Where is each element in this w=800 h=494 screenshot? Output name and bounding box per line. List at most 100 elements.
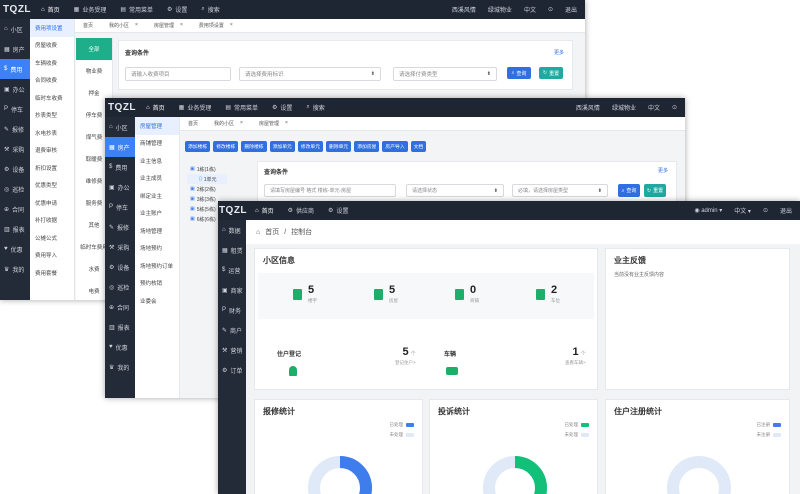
sidebar-item[interactable]: P 停车 (105, 197, 135, 217)
nav-menu[interactable]: ▤ 常用菜单 (113, 0, 160, 19)
search-button[interactable]: ⌕ 查询 (618, 184, 640, 197)
fee-item-input[interactable]: 请输入收费项目 (125, 67, 231, 81)
more-link[interactable]: 更多 (554, 49, 564, 56)
nav-home[interactable]: ⌂ 首页 (139, 98, 172, 117)
sidebar-item[interactable]: ▦ 房产 (105, 137, 135, 157)
submenu-item[interactable]: 车辆收费 (30, 54, 74, 72)
resident-reg-link[interactable]: 登记住户> (395, 360, 416, 366)
submenu-item[interactable]: 临时车收费 (30, 89, 74, 107)
sidebar-item[interactable]: ◎ 巡检 (0, 179, 30, 199)
action-button[interactable]: 房产导入 (382, 141, 408, 152)
tab-item[interactable]: 房屋管理 × (146, 22, 191, 29)
submenu-item[interactable]: 商铺管理 (135, 135, 179, 153)
submenu-item[interactable]: 水电抄表 (30, 124, 74, 142)
submenu-item[interactable]: 房屋收费 (30, 37, 74, 55)
submenu-item[interactable]: 业委会 (135, 292, 179, 310)
tab-item[interactable]: 首页 (75, 22, 101, 29)
tree-node[interactable]: ▣ 1栋(1栋) (187, 164, 227, 174)
sidebar-item[interactable]: ▣ 商家 (218, 280, 246, 300)
sidebar-item[interactable]: ⊕ 合同 (0, 199, 30, 219)
sidebar-item[interactable]: ♥ 优惠 (0, 239, 30, 259)
sidebar-item[interactable]: ⚒ 采购 (0, 139, 30, 159)
action-button[interactable]: 修改楼栋 (213, 141, 239, 152)
sidebar-item[interactable]: ✎ 商户 (218, 320, 246, 340)
sidebar-item[interactable]: ⌂ 数据 (218, 220, 246, 240)
sidebar-item[interactable]: ⚙ 设备 (0, 159, 30, 179)
sidebar-item[interactable]: ✎ 报修 (0, 119, 30, 139)
submenu-item[interactable]: 折扣设置 (30, 159, 74, 177)
submenu-item[interactable]: 抄表类型 (30, 107, 74, 125)
vehicle-link[interactable]: 查看车辆> (565, 360, 586, 366)
sidebar-item[interactable]: P 财务 (218, 300, 246, 320)
sidebar-item[interactable]: ⚙ 订单 (218, 360, 246, 380)
sidebar-item[interactable]: ⊕ 合同 (105, 297, 135, 317)
nav-settings[interactable]: ⚙ 设置 (265, 98, 299, 117)
tab-item[interactable]: 我的小区 × (206, 120, 251, 127)
submenu-item[interactable]: 业主账户 (135, 205, 179, 223)
submenu-item[interactable]: 优惠申请 (30, 194, 74, 212)
sidebar-item[interactable]: ▣ 办公 (0, 79, 30, 99)
close-icon[interactable]: × (230, 22, 233, 29)
logout-button[interactable]: 退出 (780, 206, 792, 215)
sidebar-item[interactable]: ⌂ 小区 (105, 117, 135, 137)
sidebar-item[interactable]: ♛ 我的 (105, 357, 135, 377)
sidebar-item[interactable]: $ 费用 (0, 59, 30, 79)
reset-button[interactable]: ↻ 重置 (644, 184, 666, 197)
submenu-item[interactable]: 费用套餐 (30, 264, 74, 282)
close-icon[interactable]: × (135, 22, 138, 29)
nav-business[interactable]: ▦ 业务受理 (67, 0, 114, 19)
tab-item[interactable]: 房屋管理 × (251, 120, 296, 127)
language-select[interactable]: 中文 ▾ (734, 206, 751, 215)
crumb-home[interactable]: 首页 (265, 227, 279, 237)
submenu-item[interactable]: 场地管理 (135, 222, 179, 240)
sidebar-item[interactable]: ▥ 报表 (105, 317, 135, 337)
nav-home[interactable]: ⌂ 首页 (248, 201, 281, 220)
sidebar-item[interactable]: ▣ 办公 (105, 177, 135, 197)
sidebar-item[interactable]: ⚒ 采购 (105, 237, 135, 257)
close-icon[interactable]: × (180, 22, 183, 29)
help-icon[interactable]: ⊙ (548, 6, 553, 13)
submenu-item[interactable]: 优惠类型 (30, 177, 74, 195)
close-icon[interactable]: × (285, 120, 288, 127)
submenu-item[interactable]: 绑定业主 (135, 187, 179, 205)
reset-button[interactable]: ↻ 重置 (539, 67, 563, 79)
user-menu[interactable]: ◉ admin ▾ (694, 207, 722, 214)
house-number-input[interactable]: 请填写房屋编号 格式 楼栋-单元-房屋 (264, 184, 396, 197)
logout-button[interactable]: 退出 (565, 5, 577, 14)
fee-category-item[interactable]: 物业费 (76, 60, 112, 82)
sidebar-item[interactable]: ⚙ 设备 (105, 257, 135, 277)
submenu-item[interactable]: 业主成员 (135, 170, 179, 188)
submenu-item[interactable]: 合同收费 (30, 72, 74, 90)
nav-settings[interactable]: ⚙ 设置 (160, 0, 194, 19)
sidebar-item[interactable]: ✎ 报修 (105, 217, 135, 237)
pay-type-select[interactable]: 请选择付费类型 ⬍ (393, 67, 497, 81)
tab-item[interactable]: 我的小区 × (101, 22, 146, 29)
submenu-item[interactable]: 业主信息 (135, 152, 179, 170)
user-menu[interactable]: 绿城物业 (488, 5, 512, 14)
submenu-item[interactable]: 费用项设置 (30, 19, 74, 37)
sidebar-item[interactable]: ♛ 我的 (0, 259, 30, 279)
help-icon[interactable]: ⊙ (672, 104, 677, 111)
submenu-item[interactable]: 场地预约 (135, 240, 179, 258)
sidebar-item[interactable]: ⌂ 小区 (0, 19, 30, 39)
nav-supplier[interactable]: ⚙ 供应商 (281, 201, 321, 220)
language-select[interactable]: 中文 (524, 5, 536, 14)
submenu-item[interactable]: 房屋管理 (135, 117, 179, 135)
sidebar-item[interactable]: $ 费用 (105, 157, 135, 177)
action-button[interactable]: 添加单元 (269, 141, 295, 152)
tree-node[interactable]: ▯ 1单元 (187, 174, 227, 184)
sidebar-item[interactable]: P 停车 (0, 99, 30, 119)
submenu-item[interactable]: 预约核销 (135, 275, 179, 293)
house-type-select[interactable]: 必填，请选择房屋类型 ⬍ (512, 184, 608, 197)
sidebar-item[interactable]: ▦ 租赁 (218, 240, 246, 260)
user-menu[interactable]: 绿城物业 (612, 103, 636, 112)
help-icon[interactable]: ⊙ (763, 207, 768, 214)
community-select[interactable]: 西溪风情 (452, 5, 476, 14)
nav-menu[interactable]: ▤ 常用菜单 (218, 98, 265, 117)
action-button[interactable]: 添加楼栋 (185, 141, 211, 152)
sidebar-item[interactable]: ▦ 房产 (0, 39, 30, 59)
search-button[interactable]: ⌕ 查询 (507, 67, 531, 79)
tree-node[interactable]: ▣ 2栋(2栋) (187, 184, 227, 194)
sidebar-item[interactable]: ▥ 报表 (0, 219, 30, 239)
action-button[interactable]: 修改单元 (297, 141, 324, 152)
